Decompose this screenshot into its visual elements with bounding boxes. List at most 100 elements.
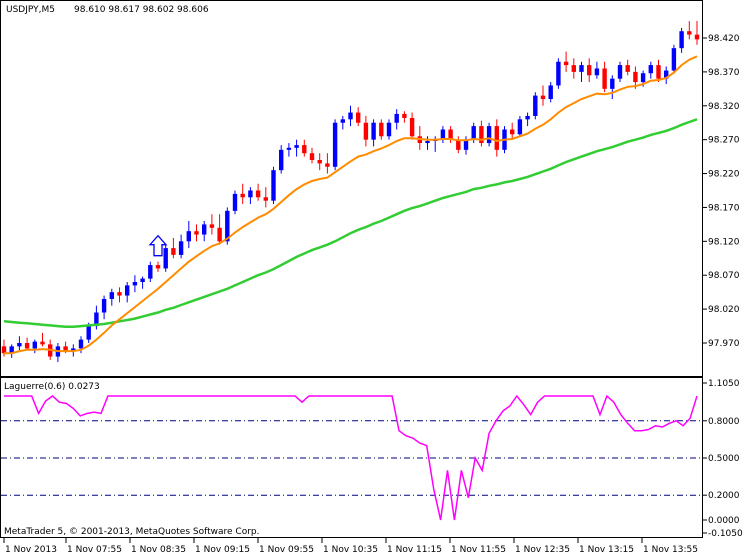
candle [232, 190, 238, 215]
indicator-tick-label: 0.0000 [708, 516, 740, 526]
time-tick-label: 1 Nov 11:15 [387, 545, 442, 555]
indicator-tick-label: 0.5000 [708, 454, 740, 464]
candle-body [217, 227, 222, 242]
candle [332, 119, 338, 171]
indicator-axis: 1.1050 0.8000 0.5000 0.2000 0.0000 -0.1050 [702, 379, 743, 539]
main-chart-frame [0, 0, 703, 377]
candle-body [1, 346, 7, 354]
time-tick-label: 1 Nov 11:55 [451, 545, 506, 555]
candle-body [148, 265, 153, 279]
candle-body [86, 326, 91, 340]
candle-body [155, 265, 161, 269]
price-tick-label: 98.220 [708, 170, 740, 180]
candle-body [132, 282, 138, 286]
candle-body [178, 241, 184, 255]
candle-body [402, 113, 407, 118]
copyright-text: MetaTrader 5, © 2001-2013, MetaQuotes So… [4, 527, 260, 537]
time-tick-label: 1 Nov 2013 [5, 545, 57, 555]
candle-body [556, 61, 561, 86]
candle-body [471, 126, 476, 140]
candle-body [24, 343, 30, 349]
candle-body [117, 292, 122, 296]
candle-body [271, 170, 276, 201]
candle-body [687, 31, 692, 35]
candle-body [525, 115, 530, 120]
candle-body [171, 248, 176, 255]
price-tick-label: 98.320 [708, 102, 740, 112]
candle-body [340, 119, 345, 123]
price-tick-label: 97.970 [708, 339, 740, 349]
candle-body [363, 122, 369, 140]
candle-body [348, 112, 353, 120]
candle-body [17, 343, 22, 347]
candle-body [694, 34, 700, 40]
time-tick-label: 1 Nov 09:15 [195, 545, 250, 555]
candle-body [394, 113, 399, 123]
candle-body [648, 65, 653, 74]
indicator-tick-label: 0.8000 [708, 417, 740, 427]
candle-body [125, 285, 130, 296]
price-tick-label: 98.020 [708, 305, 740, 315]
time-tick-label: 1 Nov 08:35 [131, 545, 186, 555]
candle [671, 44, 677, 74]
price-tick-label: 98.270 [708, 136, 740, 146]
candle-body [533, 95, 538, 116]
candle-body [332, 122, 338, 167]
candle-body [633, 71, 638, 83]
candle-body [209, 224, 215, 228]
price-tick-label: 98.070 [708, 271, 740, 281]
candle-body [294, 145, 299, 148]
candle-body [325, 163, 330, 167]
candle-body [409, 117, 415, 137]
candle-body [594, 68, 600, 76]
candle-body [425, 141, 430, 144]
candle-body [486, 126, 492, 144]
time-tick-label: 1 Nov 13:55 [643, 545, 698, 555]
candle-body [248, 190, 253, 198]
candle-body [386, 122, 392, 137]
candle-body [255, 190, 261, 198]
candle-body [540, 95, 546, 99]
candle-body [163, 248, 168, 269]
candle-body [356, 112, 361, 123]
candle-body [286, 147, 292, 150]
candle-body [309, 153, 315, 160]
candle-body [494, 126, 499, 150]
candle-body [625, 65, 630, 72]
price-tick-label: 98.170 [708, 203, 740, 213]
indicator-label: Laguerre(0.6) 0.0273 [4, 382, 100, 392]
chart: 98.420 98.370 98.320 98.270 98.220 98.170 98.1… [0, 0, 743, 555]
candle [163, 244, 168, 272]
candle-body [571, 65, 576, 72]
indicator-tick-label: 0.2000 [708, 491, 740, 501]
candle-body [517, 119, 523, 135]
candle-body [671, 48, 677, 71]
candle-body [186, 231, 191, 242]
candle-body [679, 31, 684, 49]
ohlc-readout: 98.610 98.617 98.602 98.606 [74, 5, 209, 15]
candle [556, 58, 561, 89]
candle-body [140, 278, 145, 282]
candle-body [640, 73, 646, 83]
price-tick-label: 98.120 [708, 237, 740, 247]
price-tick-label: 98.370 [708, 68, 740, 78]
candle [486, 122, 492, 147]
candle [533, 92, 538, 120]
candle-body [656, 65, 661, 79]
candle-body [510, 129, 515, 135]
time-tick-label: 1 Nov 10:35 [323, 545, 378, 555]
symbol-label: USDJPY,M5 [6, 5, 55, 15]
candle-body [279, 149, 284, 171]
candle-body [602, 68, 607, 89]
time-tick-label: 1 Nov 07:55 [67, 545, 122, 555]
indicator-tick-label: 1.1050 [708, 379, 740, 389]
candle-body [232, 193, 238, 211]
candle-body [109, 292, 114, 299]
time-tick-label: 1 Nov 13:15 [579, 545, 634, 555]
candle-body [40, 341, 45, 345]
price-axis: 98.420 98.370 98.320 98.270 98.220 98.170 98.1… [702, 34, 740, 349]
candle-body [610, 78, 615, 89]
price-tick-label: 98.420 [708, 34, 740, 44]
candle-body [263, 197, 268, 201]
candle-body [240, 193, 245, 198]
